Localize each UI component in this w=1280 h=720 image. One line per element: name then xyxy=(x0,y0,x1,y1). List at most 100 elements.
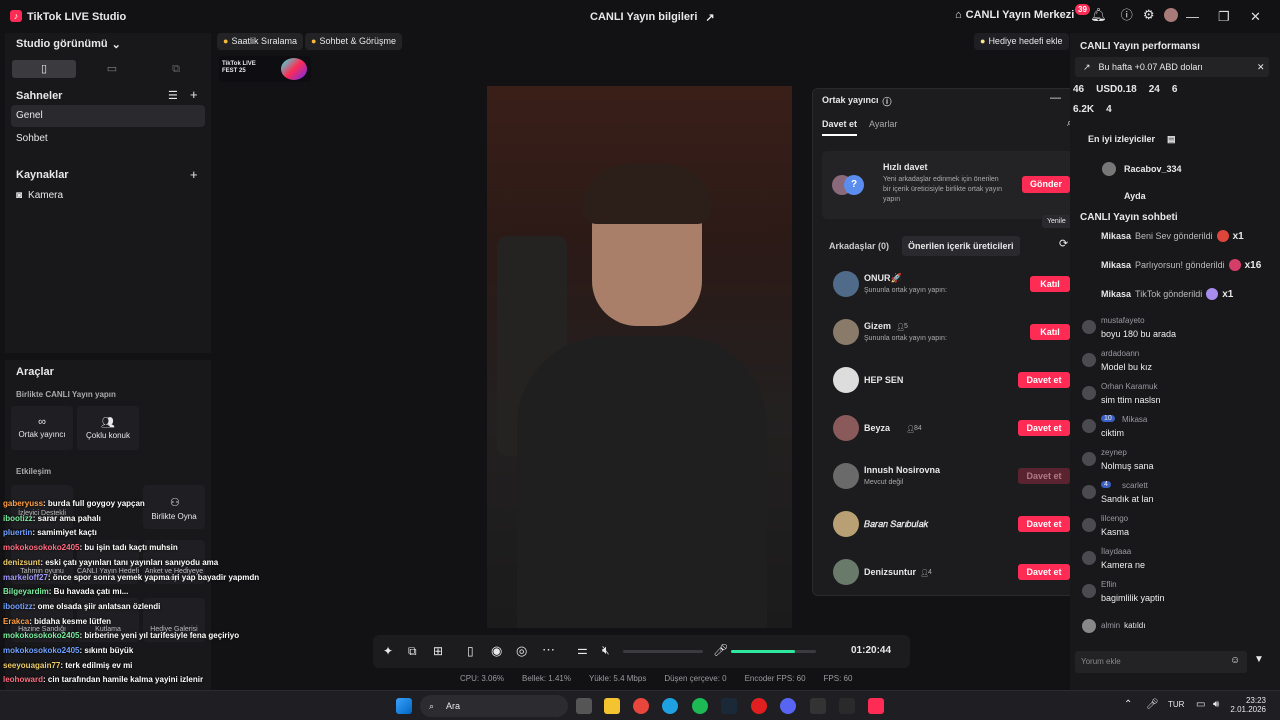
language-indicator[interactable]: TUR xyxy=(1168,700,1184,709)
viewer-name[interactable]: Racabov_334 xyxy=(1124,164,1182,174)
file-explorer-icon[interactable] xyxy=(604,698,620,714)
source-item-camera[interactable]: ◙ Kamera xyxy=(16,190,63,201)
invite-button[interactable]: Davet et xyxy=(1018,564,1070,580)
discord-icon[interactable] xyxy=(780,698,796,714)
user-name[interactable]: Denizsuntur xyxy=(864,567,916,577)
bell-icon[interactable]: 🔔︎ xyxy=(1090,7,1107,23)
tab-settings[interactable]: Ayarlar xyxy=(869,119,897,129)
join-button[interactable]: Katıl xyxy=(1030,276,1070,292)
add-scene-icon[interactable]: + xyxy=(190,87,198,102)
gift-goal-button[interactable]: ● Hediye hedefi ekle xyxy=(974,33,1069,50)
more-icon[interactable]: ⋯ xyxy=(542,642,555,658)
commenter-name[interactable]: mustafayeto xyxy=(1101,316,1145,325)
tab-friends[interactable]: Arkadaşlar (0) xyxy=(829,241,889,251)
spotify-icon[interactable] xyxy=(692,698,708,714)
multi-guest-tool-button[interactable]: 👥︎ Çoklu konuk xyxy=(77,406,139,450)
stream-preview[interactable] xyxy=(487,86,792,628)
join-button[interactable]: Katıl xyxy=(1030,324,1070,340)
user-avatar[interactable] xyxy=(833,271,859,297)
mixer-icon[interactable]: ⚌ xyxy=(577,643,588,657)
add-source-icon[interactable]: + xyxy=(190,167,198,182)
viewer-name[interactable]: Ayda xyxy=(1124,191,1146,201)
speaker-volume-slider[interactable] xyxy=(623,650,703,653)
minimize-icon[interactable]: — xyxy=(1186,9,1199,24)
send-button[interactable]: Gönder xyxy=(1022,176,1070,193)
user-name[interactable]: 𝐵𝑎𝑟𝑎𝑛 𝑆𝑎𝑟𝚤𝑏𝑢𝑙𝑎𝑘 xyxy=(864,519,928,530)
filter-icon[interactable]: ▼ xyxy=(1254,654,1264,665)
close-icon[interactable]: ✕ xyxy=(1250,9,1261,25)
avatar[interactable] xyxy=(1164,7,1179,22)
taskbar-search[interactable]: ⌕ Ara xyxy=(420,695,568,717)
close-icon[interactable]: ✕ xyxy=(1257,57,1265,77)
user-avatar[interactable] xyxy=(833,511,859,537)
invite-button[interactable]: Davet et xyxy=(1018,372,1070,388)
refresh-icon[interactable]: ⟳ xyxy=(1059,237,1068,250)
maximize-icon[interactable]: ❐ xyxy=(1218,9,1230,25)
magic-wand-icon[interactable]: ✦ xyxy=(383,644,393,658)
commenter-name[interactable]: scarlett xyxy=(1122,481,1148,490)
user-avatar[interactable] xyxy=(833,367,859,393)
layout-icon[interactable]: ⊞ xyxy=(433,644,443,658)
live-fest-banner[interactable]: TikTok LIVE FEST 25 xyxy=(219,56,311,82)
commenter-name[interactable]: Eflin xyxy=(1101,580,1117,589)
commenter-name[interactable]: zeynep xyxy=(1101,448,1127,457)
user-avatar[interactable] xyxy=(833,319,859,345)
clock[interactable]: 23:23 2.01.2026 xyxy=(1230,696,1266,714)
user-avatar[interactable] xyxy=(833,463,859,489)
screen-add-icon[interactable]: ⧉ xyxy=(408,644,417,659)
task-view-icon[interactable] xyxy=(576,698,592,714)
edge-icon[interactable] xyxy=(662,698,678,714)
commenter-name[interactable]: lilcengo xyxy=(1101,514,1128,523)
comment-input[interactable]: Yorum ekle xyxy=(1075,651,1247,673)
record-icon[interactable]: ◉ xyxy=(491,643,502,659)
live-info-button[interactable]: CANLI Yayın bilgileri ↗ xyxy=(590,11,715,24)
live-center-button[interactable]: ⌂ CANLI Yayın Merkezi xyxy=(955,9,1074,21)
emoji-icon[interactable]: ☺ xyxy=(1230,655,1240,666)
tiktok-studio-icon[interactable] xyxy=(868,698,884,714)
phone-icon[interactable]: ▯ xyxy=(467,644,474,658)
user-name[interactable]: Beyza xyxy=(864,423,890,433)
dual-layout-button[interactable]: ⧉ xyxy=(144,60,208,78)
user-name[interactable]: HEP SEN xyxy=(864,375,903,385)
app-icon[interactable] xyxy=(839,698,855,714)
chat-meet-chip[interactable]: ● Sohbet & Görüşme xyxy=(305,33,402,50)
windows-start-icon[interactable] xyxy=(396,698,412,714)
list-icon[interactable]: ☰ xyxy=(168,89,178,102)
chevron-up-icon[interactable]: ⌃ xyxy=(1124,699,1132,710)
invite-button[interactable]: Davet et xyxy=(1018,516,1070,532)
minimize-icon[interactable]: — xyxy=(1050,92,1061,104)
user-name[interactable]: ONUR🚀 xyxy=(864,273,902,284)
commenter-name[interactable]: İlaydaaa xyxy=(1101,547,1131,556)
steam-icon[interactable] xyxy=(721,698,737,714)
tab-invite[interactable]: Davet et xyxy=(822,119,858,136)
cohost-tool-button[interactable]: ∞ Ortak yayıncı xyxy=(11,406,73,450)
scene-item-sohbet[interactable]: Sohbet xyxy=(11,128,205,150)
chrome-icon[interactable] xyxy=(633,698,649,714)
commenter-name[interactable]: Mikasa xyxy=(1122,415,1147,424)
effects-icon[interactable]: ◎ xyxy=(516,643,527,659)
user-name[interactable]: Innush Nosirovna xyxy=(864,465,940,475)
commenter-name[interactable]: Orhan Karamuk xyxy=(1101,382,1157,391)
opera-icon[interactable] xyxy=(751,698,767,714)
monitor-icon[interactable]: ▭ xyxy=(1196,699,1205,710)
gift-user[interactable]: Mikasa xyxy=(1101,289,1131,299)
user-name[interactable]: Gizem xyxy=(864,321,891,331)
mic-volume-slider[interactable] xyxy=(731,650,816,653)
tab-suggested[interactable]: Önerilen içerik üreticileri xyxy=(902,236,1020,256)
studio-view-dropdown[interactable]: Studio görünümü ⌄ xyxy=(16,38,121,51)
top-viewers-header[interactable]: En iyi izleyiciler ▤ xyxy=(1088,134,1176,145)
microphone-icon[interactable]: 🎤︎ xyxy=(1146,699,1159,710)
gift-user[interactable]: Mikasa xyxy=(1101,231,1131,241)
user-avatar[interactable] xyxy=(833,415,859,441)
scene-item-genel[interactable]: Genel xyxy=(11,105,205,127)
obs-icon[interactable] xyxy=(810,698,826,714)
commenter-name[interactable]: ardadoann xyxy=(1101,349,1139,358)
user-avatar[interactable] xyxy=(833,559,859,585)
gear-icon[interactable]: ⚙ xyxy=(1143,7,1155,23)
portrait-layout-button[interactable]: ▯ xyxy=(12,60,76,78)
landscape-layout-button[interactable]: ▭ xyxy=(80,60,144,78)
hourly-ranking-chip[interactable]: ● Saatlik Sıralama xyxy=(217,33,303,50)
help-icon[interactable]: ⓘ xyxy=(883,95,892,108)
microphone-icon[interactable]: 🎤︎ xyxy=(713,643,728,657)
gift-user[interactable]: Mikasa xyxy=(1101,260,1131,270)
